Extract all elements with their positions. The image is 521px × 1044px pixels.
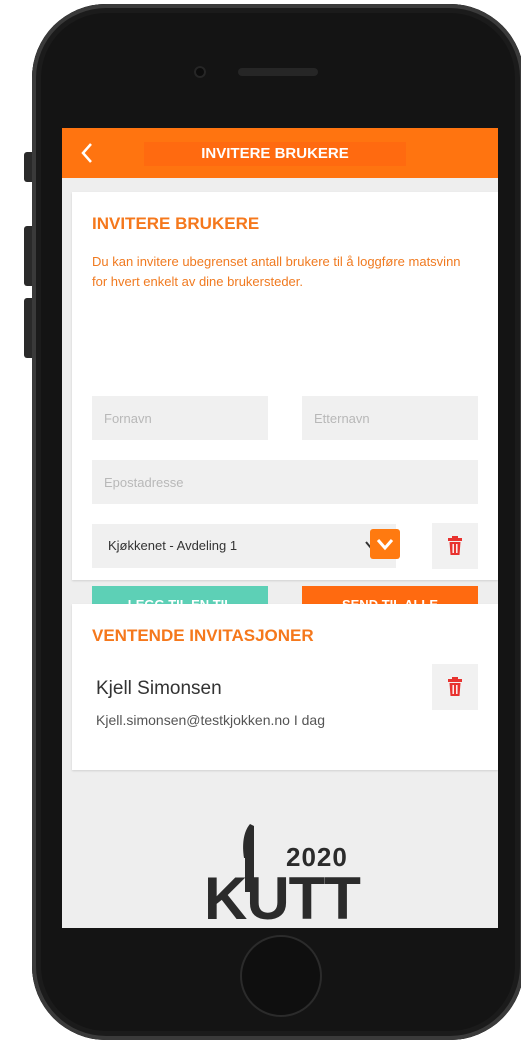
last-name-input[interactable]	[302, 396, 478, 440]
location-select[interactable]: Kjøkkenet - Avdeling 1	[92, 524, 396, 568]
pending-heading: VENTENDE INVITASJONER	[92, 626, 314, 645]
chevron-left-icon[interactable]	[74, 138, 100, 168]
invite-heading: INVITERE BRUKERE	[92, 214, 260, 233]
location-select-value: Kjøkkenet - Avdeling 1	[108, 538, 238, 553]
pending-user-details: Kjell.simonsen@testkjokken.no I dag	[96, 712, 325, 728]
logo-wordmark: KUTT	[204, 865, 361, 928]
trash-icon	[448, 536, 462, 555]
email-input[interactable]	[92, 460, 478, 504]
volume-down-button	[24, 298, 32, 358]
page-title: INVITERE BRUKERE	[201, 145, 349, 162]
kutt-logo: 2020 KUTT	[204, 822, 384, 928]
top-bar: INVITERE BRUKERE	[62, 128, 498, 178]
app-screen: INVITERE BRUKERE INVITERE BRUKERE Du kan…	[62, 128, 498, 928]
home-button[interactable]	[240, 935, 322, 1017]
front-camera	[194, 66, 206, 78]
invite-description: Du kan invitere ubegrenset antall bruker…	[92, 254, 461, 289]
pending-user-name: Kjell Simonsen	[96, 678, 222, 699]
first-name-input[interactable]	[92, 396, 268, 440]
mute-switch	[24, 152, 32, 182]
trash-icon	[448, 677, 462, 696]
chevron-down-icon	[376, 539, 394, 551]
earpiece-speaker	[238, 68, 318, 76]
page-title-container: INVITERE BRUKERE	[144, 142, 406, 166]
dropdown-toggle-button[interactable]	[370, 529, 400, 559]
delete-row-button[interactable]	[432, 523, 478, 569]
volume-up-button	[24, 226, 32, 286]
invite-card: INVITERE BRUKERE Du kan invitere ubegren…	[72, 192, 498, 624]
delete-invitation-button[interactable]	[432, 664, 478, 710]
pending-invitations-card: VENTENDE INVITASJONER Kjell Simonsen Kje…	[72, 604, 498, 770]
